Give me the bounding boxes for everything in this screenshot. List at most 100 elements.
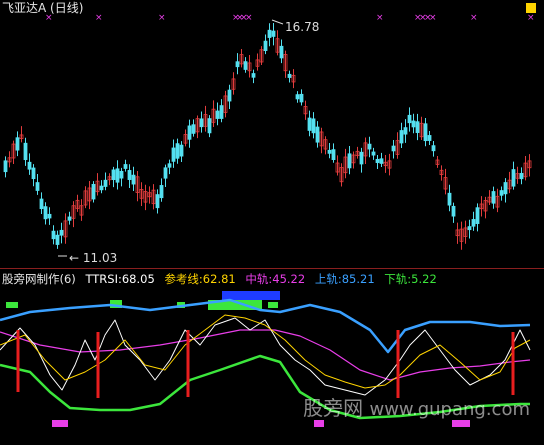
site-watermark: 股旁网 www.gupang.com bbox=[303, 396, 530, 422]
signal-mark: × bbox=[245, 13, 253, 23]
candle-body bbox=[263, 40, 268, 51]
high-price-label: 16.78 bbox=[285, 20, 320, 34]
candle-body bbox=[15, 137, 20, 151]
candle-body bbox=[499, 190, 504, 196]
candle-body bbox=[511, 169, 516, 187]
candle-body bbox=[327, 149, 332, 154]
candle-body bbox=[271, 30, 276, 37]
candle-body bbox=[427, 135, 432, 141]
candle-body bbox=[171, 147, 176, 162]
candle-body bbox=[23, 142, 28, 161]
candle-body bbox=[295, 94, 300, 100]
candle-body bbox=[51, 230, 56, 240]
candle-body bbox=[475, 207, 480, 224]
candle-body bbox=[219, 105, 224, 119]
signal-mark: × bbox=[429, 13, 437, 23]
signal-bar bbox=[6, 302, 18, 308]
candle-body bbox=[91, 183, 96, 200]
candle-body bbox=[43, 206, 48, 220]
candle-body bbox=[35, 182, 40, 191]
candle-body bbox=[99, 185, 104, 191]
candle-body bbox=[299, 93, 304, 103]
candle-body bbox=[347, 153, 352, 169]
candle-body bbox=[423, 123, 428, 142]
candle-body bbox=[215, 110, 220, 119]
watermark-cn: 股旁网 bbox=[303, 396, 364, 420]
candle-body bbox=[407, 114, 412, 124]
candle-body bbox=[331, 149, 336, 161]
lower-band-value: 下轨:5.22 bbox=[384, 272, 437, 286]
candle-body bbox=[47, 213, 52, 219]
candle-body bbox=[491, 191, 496, 204]
candle-body bbox=[451, 205, 456, 217]
candle-body bbox=[55, 234, 60, 245]
candle-body bbox=[127, 170, 132, 180]
candle-body bbox=[163, 167, 168, 179]
signal-mark: × bbox=[158, 13, 166, 23]
candle-body bbox=[471, 219, 476, 227]
signal-mark: × bbox=[527, 13, 535, 23]
candle-body bbox=[519, 172, 524, 180]
indicator-name: 股旁网制作(6) bbox=[2, 272, 76, 286]
candle-body bbox=[467, 226, 472, 231]
candle-body bbox=[503, 182, 508, 195]
candle-body bbox=[59, 229, 64, 236]
candle-body bbox=[279, 45, 284, 59]
candle-body bbox=[187, 125, 192, 140]
watermark-url: www.gupang.com bbox=[369, 399, 530, 420]
candle-body bbox=[31, 167, 36, 180]
candle-body bbox=[399, 130, 404, 144]
candle-body bbox=[287, 73, 292, 78]
signal-bar bbox=[268, 302, 278, 308]
signal-mark: × bbox=[95, 13, 103, 23]
upper-band-value: 上轨:85.21 bbox=[314, 272, 375, 286]
candle-body bbox=[379, 158, 384, 164]
candle-body bbox=[119, 170, 124, 179]
signal-bar bbox=[222, 291, 280, 300]
candle-body bbox=[123, 164, 128, 169]
candle-body bbox=[227, 89, 232, 102]
stock-chart-canvas: × × × ×××× × ×××× × × bbox=[0, 13, 544, 427]
candle-body bbox=[235, 61, 240, 68]
candle-body bbox=[103, 179, 108, 187]
candle-body bbox=[371, 151, 376, 156]
candle-body bbox=[311, 118, 316, 134]
candle-body bbox=[315, 126, 320, 143]
candle-body bbox=[391, 145, 396, 152]
candle-body bbox=[307, 117, 312, 131]
signal-mark: × bbox=[470, 13, 478, 23]
candle-body bbox=[27, 161, 32, 170]
candle-body bbox=[411, 120, 416, 128]
candle-body bbox=[207, 118, 212, 134]
candle-body bbox=[251, 73, 256, 78]
reference-line-value: 参考线:62.81 bbox=[164, 272, 236, 286]
close-indicator-button[interactable] bbox=[526, 3, 536, 13]
candle-body bbox=[199, 118, 204, 128]
candle-body bbox=[403, 127, 408, 135]
candle-body bbox=[243, 61, 248, 70]
candle-body bbox=[111, 169, 116, 181]
candle-body bbox=[447, 192, 452, 206]
signal-bar-bottom bbox=[52, 420, 68, 427]
candle-body bbox=[131, 174, 136, 185]
candle-body bbox=[175, 143, 180, 159]
middle-band-value: 中轨:45.22 bbox=[245, 272, 306, 286]
low-price-value: 11.03 bbox=[82, 251, 118, 265]
candle-body bbox=[367, 143, 372, 150]
upper-band-line bbox=[0, 298, 531, 354]
candle-body bbox=[159, 185, 164, 199]
candle-body bbox=[359, 151, 364, 165]
low-price-label: ← 11.03 bbox=[69, 251, 118, 265]
candle-body bbox=[3, 160, 8, 173]
candle-body bbox=[115, 168, 120, 183]
signal-mark: × bbox=[376, 13, 384, 23]
candle-body bbox=[67, 216, 72, 221]
candlestick-series bbox=[3, 23, 532, 250]
indicator-legend: 股旁网制作(6) TTRSI:68.05 参考线:62.81 中轨:45.22 … bbox=[2, 272, 443, 286]
candle-body bbox=[155, 194, 160, 209]
window-title: 飞亚达A (日线) bbox=[2, 1, 84, 15]
candle-body bbox=[375, 158, 380, 163]
ttrsi-value: TTRSI:68.05 bbox=[85, 272, 155, 286]
candle-body bbox=[179, 144, 184, 157]
candle-body bbox=[267, 29, 272, 38]
